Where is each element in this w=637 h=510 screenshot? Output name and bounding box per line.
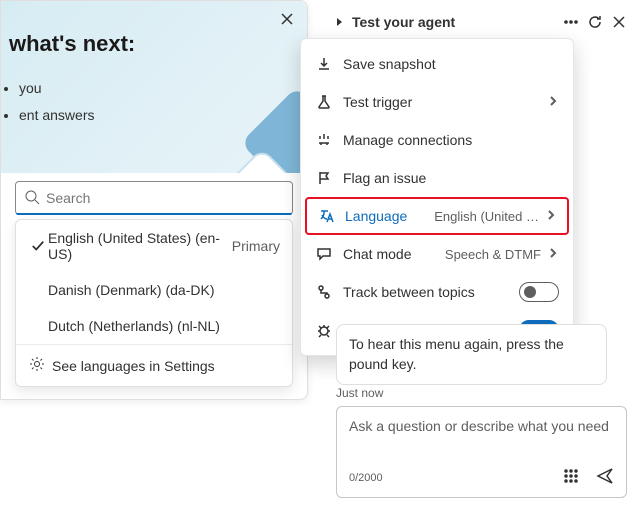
chevron-right-icon [545,208,557,224]
search-icon [24,189,46,208]
onboarding-heading: what's next: [9,31,307,57]
download-icon [315,55,333,73]
menu-language[interactable]: Language English (United … [305,197,569,235]
check-icon [28,239,48,253]
connections-icon [315,131,333,149]
chat-input-placeholder: Ask a question or describe what you need [349,417,614,461]
language-option-tag: Primary [232,238,280,254]
more-icon[interactable] [563,14,579,30]
language-search-input[interactable] [46,190,284,206]
menu-manage-connections[interactable]: Manage connections [301,121,573,159]
test-panel-title: Test your agent [352,14,555,30]
chat-icon [315,245,333,263]
language-option-name: Dutch (Netherlands) (nl-NL) [48,318,274,334]
close-icon[interactable] [279,11,295,30]
test-panel-header: Test your agent [336,14,627,30]
menu-chat-mode[interactable]: Chat mode Speech & DTMF [301,235,573,273]
language-dropdown: English (United States) (en-US) Primary … [15,219,293,387]
chat-input[interactable]: Ask a question or describe what you need… [336,406,627,498]
flag-icon [315,169,333,187]
keypad-icon[interactable] [562,467,580,488]
onboarding-banner: what's next: you ent answers [1,1,307,173]
see-languages-label: See languages in Settings [52,358,215,374]
menu-track-topics[interactable]: Track between topics [301,273,573,311]
chat-char-counter: 0/2000 [349,472,383,484]
language-option[interactable]: Danish (Denmark) (da-DK) [16,272,292,308]
menu-flag-issue[interactable]: Flag an issue [301,159,573,197]
send-icon[interactable] [596,467,614,488]
refresh-icon[interactable] [587,14,603,30]
language-icon [317,207,335,225]
test-panel-menu: Save snapshot Test trigger Manage connec… [300,38,574,356]
menu-save-snapshot[interactable]: Save snapshot [301,45,573,83]
onboarding-illustration [217,83,307,173]
flask-icon [315,93,333,111]
collapse-icon[interactable] [336,14,344,30]
gear-icon [28,355,52,376]
chevron-right-icon [547,94,559,110]
see-languages-link[interactable]: See languages in Settings [16,344,292,386]
chat-message: To hear this menu again, press the pound… [336,324,607,385]
language-option[interactable]: English (United States) (en-US) Primary [16,220,292,272]
language-search[interactable] [15,181,293,215]
chat-timestamp: Just now [336,386,383,400]
language-option[interactable]: Dutch (Netherlands) (nl-NL) [16,308,292,344]
chat-message-text: To hear this menu again, press the pound… [349,336,564,372]
bug-icon [315,321,333,339]
close-icon[interactable] [611,14,627,30]
language-option-name: Danish (Denmark) (da-DK) [48,282,274,298]
onboarding-card: what's next: you ent answers English (Un… [0,0,308,400]
menu-test-trigger[interactable]: Test trigger [301,83,573,121]
chevron-right-icon [547,246,559,262]
language-option-name: English (United States) (en-US) [48,230,226,262]
track-toggle[interactable] [519,282,559,302]
track-icon [315,283,333,301]
